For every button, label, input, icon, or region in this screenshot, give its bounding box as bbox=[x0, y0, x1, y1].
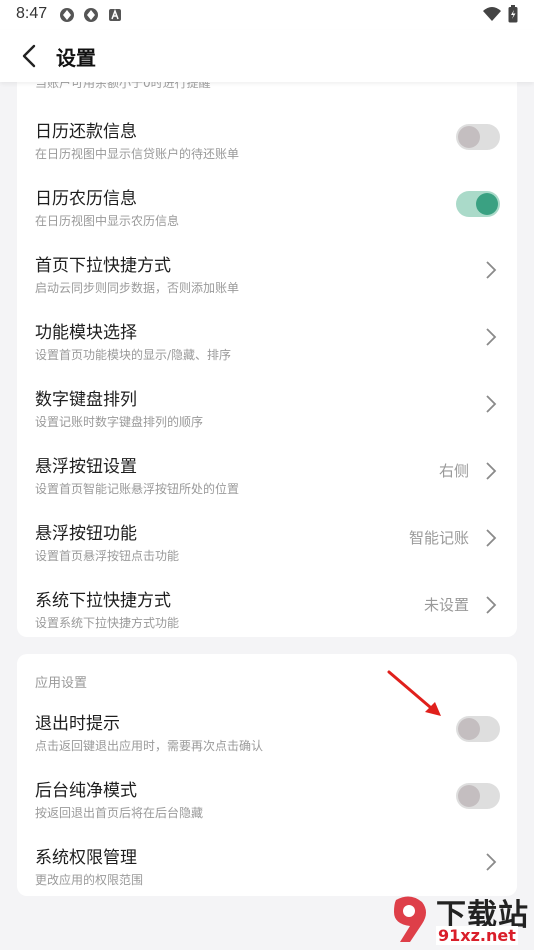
background-clean-mode-toggle[interactable] bbox=[456, 783, 500, 809]
watermark: 下载站 91xz.net bbox=[384, 890, 534, 950]
toggle-knob bbox=[458, 718, 480, 740]
setting-title: 退出时提示 bbox=[35, 714, 120, 734]
setting-row-home-pulldown[interactable]: 首页下拉快捷方式 启动云同步则同步数据，否则添加账单 bbox=[17, 237, 517, 304]
setting-title: 日历农历信息 bbox=[35, 189, 137, 209]
setting-subtitle: 在日历视图中显示信贷账户的待还账单 bbox=[35, 147, 240, 161]
setting-subtitle: 设置系统下拉快捷方式功能 bbox=[35, 616, 180, 630]
setting-subtitle: 设置首页悬浮按钮点击功能 bbox=[35, 549, 180, 563]
toggle-knob bbox=[458, 126, 480, 148]
setting-subtitle: 按返回退出首页后将在后台隐藏 bbox=[35, 806, 204, 820]
setting-row-module-select[interactable]: 功能模块选择 设置首页功能模块的显示/隐藏、排序 bbox=[17, 304, 517, 371]
setting-row-keypad-layout[interactable]: 数字键盘排列 设置记账时数字键盘排列的顺序 bbox=[17, 371, 517, 438]
back-arrow-icon[interactable] bbox=[16, 42, 44, 70]
setting-row-permission-management[interactable]: 系统权限管理 更改应用的权限范围 bbox=[17, 829, 517, 896]
setting-title: 后台纯净模式 bbox=[35, 781, 137, 801]
chevron-right-icon bbox=[486, 395, 497, 413]
app-notification-icon bbox=[84, 8, 98, 22]
setting-value: 未设置 bbox=[423, 596, 469, 614]
app-bar: 设置 bbox=[0, 30, 534, 82]
setting-subtitle: 设置首页功能模块的显示/隐藏、排序 bbox=[35, 348, 232, 362]
watermark-url: 91xz.net bbox=[436, 926, 518, 945]
setting-subtitle: 在日历视图中显示农历信息 bbox=[35, 214, 180, 228]
setting-value: 右侧 bbox=[438, 462, 469, 480]
chevron-right-icon bbox=[486, 596, 497, 614]
toggle-knob bbox=[458, 785, 480, 807]
setting-title: 首页下拉快捷方式 bbox=[35, 256, 171, 276]
battery-icon bbox=[508, 5, 518, 23]
setting-title: 数字键盘排列 bbox=[35, 390, 137, 410]
setting-title: 日历还款信息 bbox=[35, 122, 137, 142]
chevron-right-icon bbox=[486, 529, 497, 547]
calendar-repayment-toggle[interactable] bbox=[456, 124, 500, 150]
setting-row-calendar-lunar[interactable]: 日历农历信息 在日历视图中显示农历信息 bbox=[17, 170, 517, 237]
setting-row-background-clean-mode[interactable]: 后台纯净模式 按返回退出首页后将在后台隐藏 bbox=[17, 762, 517, 829]
setting-row-system-pulldown[interactable]: 系统下拉快捷方式 设置系统下拉快捷方式功能 未设置 bbox=[17, 572, 517, 637]
annotation-arrow-icon bbox=[387, 670, 441, 716]
setting-subtitle: 设置记账时数字键盘排列的顺序 bbox=[35, 415, 204, 429]
setting-subtitle: 启动云同步则同步数据，否则添加账单 bbox=[35, 281, 240, 295]
toggle-knob bbox=[476, 193, 498, 215]
setting-title: 悬浮按钮设置 bbox=[35, 457, 137, 477]
settings-card-general: 当账户可用余额小于0时进行提醒 日历还款信息 在日历视图中显示信贷账户的待还账单… bbox=[17, 60, 517, 637]
calendar-lunar-toggle[interactable] bbox=[456, 191, 500, 217]
exit-prompt-toggle[interactable] bbox=[456, 716, 500, 742]
status-time: 8:47 bbox=[16, 5, 48, 22]
setting-row-calendar-repayment[interactable]: 日历还款信息 在日历视图中显示信贷账户的待还账单 bbox=[17, 103, 517, 170]
setting-subtitle: 设置首页智能记账悬浮按钮所处的位置 bbox=[35, 482, 240, 496]
chevron-right-icon bbox=[486, 328, 497, 346]
section-title: 应用设置 bbox=[35, 676, 88, 691]
status-bar: 8:47 bbox=[0, 0, 534, 30]
chevron-right-icon bbox=[486, 261, 497, 279]
setting-title: 功能模块选择 bbox=[35, 323, 137, 343]
page-title: 设置 bbox=[56, 46, 96, 70]
setting-title: 系统下拉快捷方式 bbox=[35, 591, 171, 611]
a-notification-icon bbox=[109, 8, 121, 21]
setting-row-float-button-function[interactable]: 悬浮按钮功能 设置首页悬浮按钮点击功能 智能记账 bbox=[17, 505, 517, 572]
setting-subtitle: 点击返回键退出应用时，需要再次点击确认 bbox=[35, 739, 264, 753]
status-right-icons bbox=[482, 5, 518, 23]
app-notification-icon bbox=[60, 8, 74, 22]
chevron-right-icon bbox=[486, 462, 497, 480]
chevron-right-icon bbox=[486, 853, 497, 871]
setting-title: 悬浮按钮功能 bbox=[35, 524, 137, 544]
status-notification-icons bbox=[58, 6, 124, 24]
setting-row-float-button-position[interactable]: 悬浮按钮设置 设置首页智能记账悬浮按钮所处的位置 右侧 bbox=[17, 438, 517, 505]
setting-value: 智能记账 bbox=[408, 529, 469, 547]
setting-title: 系统权限管理 bbox=[35, 848, 137, 868]
wifi-icon bbox=[483, 7, 501, 21]
setting-subtitle: 更改应用的权限范围 bbox=[35, 873, 144, 887]
watermark-logo-icon bbox=[394, 896, 426, 942]
